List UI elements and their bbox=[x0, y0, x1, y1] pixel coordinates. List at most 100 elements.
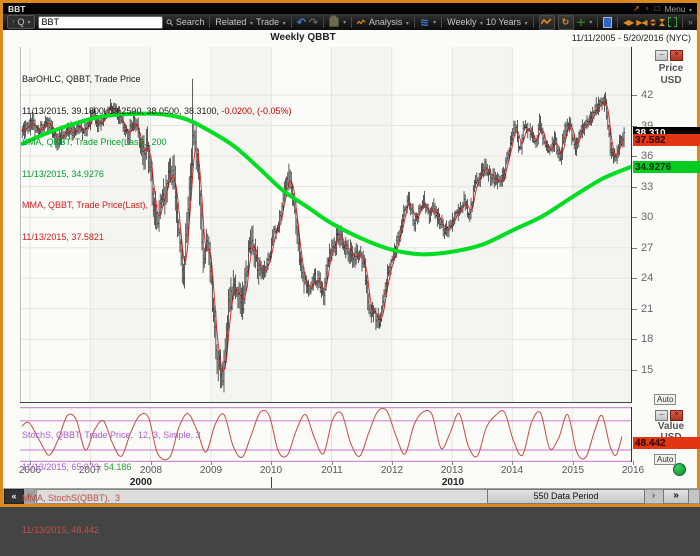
stoch-panel-window-buttons: – × bbox=[655, 410, 683, 421]
price-tick-mark bbox=[632, 370, 637, 371]
pop-out-icon[interactable]: ↗ bbox=[633, 4, 640, 13]
panel-title: Weekly QBBT bbox=[270, 32, 336, 43]
price-tick-mark bbox=[632, 339, 637, 340]
trade-dropdown[interactable]: Trade ▾ bbox=[256, 17, 286, 27]
minimize-panel-icon[interactable]: – bbox=[655, 50, 668, 61]
caret-down-icon: ▾ bbox=[27, 19, 31, 26]
toolbar-separator bbox=[681, 16, 683, 28]
reload-chart-button[interactable]: ↻ bbox=[557, 14, 574, 30]
news-annotation-icon[interactable] bbox=[603, 16, 612, 28]
caret-down-icon[interactable]: ▾ bbox=[589, 19, 592, 26]
legend-sma-series: SMA, QBBT, Trade Price(Last), 200 bbox=[22, 137, 167, 147]
price-legend: BarOHLC, QBBT, Trade Price 11/13/2015, 3… bbox=[22, 53, 292, 263]
stoch-legend: StochS, QBBT, Trade Price, 12, 3, Simple… bbox=[22, 409, 201, 556]
quote-q-label: Q bbox=[17, 17, 25, 27]
annotations-waves-icon[interactable]: ≋ bbox=[420, 16, 429, 29]
compress-horizontal-icon[interactable]: ▶◀ bbox=[636, 18, 647, 27]
caret-down-icon: ▾ bbox=[688, 7, 692, 14]
x-axis-year-label: 2013 bbox=[440, 465, 464, 476]
toolbar-separator bbox=[532, 16, 534, 28]
x-axis-year-label: 2012 bbox=[380, 465, 404, 476]
legend-bar-series: BarOHLC, QBBT, Trade Price bbox=[22, 74, 141, 84]
legend-sma-value: 11/13/2015, 34.9276 bbox=[22, 168, 104, 179]
hourglass-icon[interactable] bbox=[658, 17, 665, 28]
window-title: BBT bbox=[8, 3, 26, 14]
price-panel-window-buttons: – × bbox=[655, 50, 683, 61]
legend-mma-value: 11/13/2015, 37.5821 bbox=[22, 231, 104, 242]
x-axis-year-label: 2010 bbox=[259, 465, 283, 476]
caret-down-icon[interactable]: ▾ bbox=[343, 19, 346, 26]
toolbar-separator bbox=[597, 16, 599, 28]
price-tick-label: 21 bbox=[641, 303, 654, 315]
related-dropdown[interactable]: Related ▾ bbox=[215, 17, 253, 27]
price-axis-unit: USD bbox=[660, 75, 682, 86]
caret-down-icon: ▾ bbox=[524, 21, 528, 27]
restore-window-icon[interactable]: □ bbox=[655, 4, 660, 13]
toolbar-separator bbox=[616, 16, 618, 28]
chart-type-button[interactable] bbox=[538, 14, 555, 30]
data-period-button[interactable]: 550 Data Period bbox=[487, 489, 645, 504]
menu-button[interactable]: Menu ▾ bbox=[664, 4, 692, 14]
ticker-input[interactable] bbox=[37, 15, 163, 29]
caret-down-icon[interactable]: ▾ bbox=[433, 19, 436, 26]
search-button[interactable]: Search bbox=[176, 17, 205, 27]
decade-divider-tick bbox=[271, 477, 272, 488]
caret-down-icon: ▾ bbox=[405, 21, 409, 27]
toolbar: ↑ Q ▾ Search Related ▾ Trade ▾ ↶ ↷ ▾ Ana… bbox=[3, 14, 697, 30]
price-badge: 34.9276 bbox=[633, 161, 700, 173]
legend-bar-values: 11/13/2015, 39.1800, 39.2500, 38.0500, 3… bbox=[22, 105, 292, 116]
caret-down-icon: ▾ bbox=[479, 21, 483, 27]
scroll-fast-right-button[interactable]: » bbox=[663, 489, 689, 504]
more-tools-chevron-icon[interactable]: » bbox=[688, 17, 693, 27]
x-axis-year-label: 2011 bbox=[321, 465, 343, 476]
search-icon bbox=[166, 18, 173, 26]
legend-stoch-values: 11/13/2015, 65.970, 54.186 bbox=[22, 461, 132, 472]
undo-icon[interactable]: ↶ bbox=[297, 16, 306, 29]
price-tick-mark bbox=[632, 95, 637, 96]
price-badge: 37.582 bbox=[633, 134, 700, 146]
price-tick-label: 42 bbox=[641, 89, 654, 101]
legend-stoch-mma-value: 11/13/2015, 48.442 bbox=[22, 524, 99, 535]
terminal-frame: BBT ↗ ▫ □ Menu ▾ ↑ Q ▾ Search Related ▾ … bbox=[0, 0, 700, 535]
folder-icon[interactable] bbox=[329, 15, 340, 27]
scroll-right-button[interactable]: › bbox=[649, 489, 658, 502]
value-badge: 48.442 bbox=[633, 437, 700, 449]
toolbar-separator bbox=[351, 16, 353, 28]
legend-mma-series: MMA, QBBT, Trade Price(Last), 5 bbox=[22, 200, 159, 210]
price-tick-mark bbox=[632, 156, 637, 157]
chart-surface: Weekly QBBT 11/11/2005 - 5/20/2016 (NYC)… bbox=[3, 30, 700, 535]
price-tick-mark bbox=[632, 248, 637, 249]
periodicity-dropdown[interactable]: Weekly ▾ bbox=[447, 17, 483, 27]
refresh-icon: ↻ bbox=[561, 16, 570, 27]
scroll-fast-left-button[interactable]: « bbox=[4, 489, 24, 504]
expand-vertical-icon[interactable] bbox=[649, 17, 656, 28]
range-dropdown[interactable]: 10 Years ▾ bbox=[486, 17, 528, 27]
date-range: 11/11/2005 - 5/20/2016 (NYC) bbox=[571, 33, 691, 43]
minimize-panel-icon[interactable]: – bbox=[655, 410, 668, 421]
legend-stoch-d: 54.186 bbox=[101, 461, 132, 472]
terminal-window: BBT ↗ ▫ □ Menu ▾ ↑ Q ▾ Search Related ▾ … bbox=[3, 3, 700, 535]
price-tick-label: 33 bbox=[641, 181, 654, 193]
price-tick-label: 15 bbox=[641, 364, 654, 376]
legend-stoch-mma-series: MMA, StochS(QBBT), 3 bbox=[22, 493, 121, 503]
x-axis-year-label: 2014 bbox=[500, 465, 524, 476]
price-axis-auto-button[interactable]: Auto bbox=[654, 394, 677, 405]
toolbar-separator bbox=[413, 16, 415, 28]
caret-down-icon: ▾ bbox=[249, 21, 253, 27]
redo-icon[interactable]: ↷ bbox=[309, 16, 318, 29]
crosshair-axis-icon[interactable] bbox=[576, 17, 586, 28]
analysis-dropdown[interactable]: Analysis ▾ bbox=[369, 17, 409, 27]
close-panel-icon[interactable]: × bbox=[670, 410, 683, 421]
price-tick-mark bbox=[632, 217, 637, 218]
toolbar-separator bbox=[209, 16, 211, 28]
price-tick-label: 27 bbox=[641, 242, 654, 254]
zoom-select-icon[interactable] bbox=[667, 17, 677, 27]
price-tick-mark bbox=[632, 278, 637, 279]
minimize-window-icon[interactable]: ▫ bbox=[646, 4, 649, 13]
security-type-group[interactable]: ↑ Q ▾ bbox=[7, 15, 35, 29]
price-tick-label: 18 bbox=[641, 333, 654, 345]
x-axis-year-label: 2015 bbox=[561, 465, 585, 476]
expand-horizontal-icon[interactable]: ◀▶ bbox=[623, 18, 634, 27]
value-axis-auto-button[interactable]: Auto bbox=[654, 454, 677, 465]
close-panel-icon[interactable]: × bbox=[670, 50, 683, 61]
